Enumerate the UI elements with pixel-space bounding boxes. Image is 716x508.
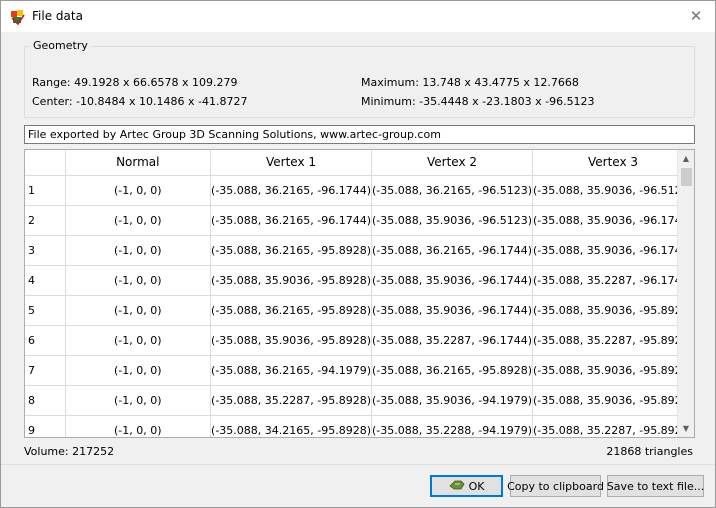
copy-to-clipboard-button[interactable]: Copy to clipboard — [507, 475, 604, 497]
cell-vertex1: (-35.088, 35.2287, -95.8928) — [210, 385, 373, 416]
cell-normal: (-1, 0, 0) — [65, 175, 212, 206]
vertical-scrollbar[interactable]: ▲ ▼ — [677, 150, 694, 437]
row-number: 5 — [25, 295, 66, 326]
cell-normal: (-1, 0, 0) — [65, 415, 212, 437]
row-number: 3 — [25, 235, 66, 266]
ok-label: OK — [468, 479, 485, 493]
file-data-window: File data ✕ Geometry Range: 49.1928 x 66… — [0, 0, 716, 508]
cell-vertex3: (-35.088, 35.2287, -95.8928) — [532, 325, 694, 356]
cell-vertex2: (-35.088, 35.9036, -96.1744) — [371, 295, 533, 326]
ok-button[interactable]: OK — [430, 475, 503, 497]
app-icon — [10, 9, 26, 26]
cell-vertex2: (-35.088, 36.2165, -95.8928) — [371, 355, 533, 386]
cell-vertex1: (-35.088, 36.2165, -95.8928) — [210, 295, 373, 326]
close-button[interactable]: ✕ — [685, 5, 707, 27]
scroll-up-arrow-icon[interactable]: ▲ — [678, 150, 694, 167]
cell-vertex1: (-35.088, 36.2165, -96.1744) — [210, 205, 373, 236]
table-row[interactable]: 6 (-1, 0, 0) (-35.088, 35.9036, -95.8928… — [25, 325, 694, 356]
column-header-vertex1[interactable]: Vertex 1 — [210, 150, 373, 176]
column-header-normal[interactable]: Normal — [65, 150, 212, 176]
table-row[interactable]: 8 (-1, 0, 0) (-35.088, 35.2287, -95.8928… — [25, 385, 694, 416]
cell-vertex3: (-35.088, 35.9036, -96.5123) — [532, 175, 694, 206]
table-row[interactable]: 5 (-1, 0, 0) (-35.088, 36.2165, -95.8928… — [25, 295, 694, 326]
cell-vertex2: (-35.088, 35.9036, -96.5123) — [371, 205, 533, 236]
cell-vertex2: (-35.088, 35.2288, -94.1979) — [371, 415, 533, 437]
table-row[interactable]: 2 (-1, 0, 0) (-35.088, 36.2165, -96.1744… — [25, 205, 694, 236]
table-row[interactable]: 7 (-1, 0, 0) (-35.088, 36.2165, -94.1979… — [25, 355, 694, 386]
cell-normal: (-1, 0, 0) — [65, 325, 212, 356]
row-number: 8 — [25, 385, 66, 416]
cell-vertex3: (-35.088, 35.9036, -95.8928) — [532, 355, 694, 386]
row-number: 9 — [25, 415, 66, 437]
window-title: File data — [32, 9, 83, 23]
title-bar[interactable]: File data ✕ — [1, 1, 715, 32]
file-description-field[interactable]: File exported by Artec Group 3D Scanning… — [24, 125, 695, 144]
cell-vertex1: (-35.088, 35.9036, -95.8928) — [210, 325, 373, 356]
cell-vertex1: (-35.088, 34.2165, -95.8928) — [210, 415, 373, 437]
row-number: 2 — [25, 205, 66, 236]
save-label: Save to text file... — [606, 479, 705, 493]
table-row[interactable]: 1 (-1, 0, 0) (-35.088, 36.2165, -96.1744… — [25, 175, 694, 206]
cell-normal: (-1, 0, 0) — [65, 385, 212, 416]
cell-vertex2: (-35.088, 36.2165, -96.1744) — [371, 235, 533, 266]
cell-vertex1: (-35.088, 36.2165, -96.1744) — [210, 175, 373, 206]
geometry-legend: Geometry — [30, 39, 91, 52]
cell-vertex3: (-35.088, 35.9036, -95.8928) — [532, 385, 694, 416]
cell-vertex3: (-35.088, 35.9036, -95.8928) — [532, 295, 694, 326]
corner-header — [25, 150, 66, 176]
row-number: 4 — [25, 265, 66, 296]
column-header-vertex3[interactable]: Vertex 3 — [532, 150, 694, 176]
geometry-range: Range: 49.1928 x 66.6578 x 109.279 — [32, 76, 238, 89]
row-number: 7 — [25, 355, 66, 386]
cell-normal: (-1, 0, 0) — [65, 355, 212, 386]
cell-normal: (-1, 0, 0) — [65, 205, 212, 236]
table-row[interactable]: 9 (-1, 0, 0) (-35.088, 34.2165, -95.8928… — [25, 415, 694, 437]
triangle-count-label: 21868 triangles — [606, 445, 693, 458]
cell-vertex2: (-35.088, 36.2165, -96.5123) — [371, 175, 533, 206]
table-row[interactable]: 4 (-1, 0, 0) (-35.088, 35.9036, -95.8928… — [25, 265, 694, 296]
geometry-maximum: Maximum: 13.748 x 43.4775 x 12.7668 — [361, 76, 579, 89]
cell-normal: (-1, 0, 0) — [65, 265, 212, 296]
row-number: 6 — [25, 325, 66, 356]
ok-hand-icon — [448, 478, 465, 495]
button-bar: OK Copy to clipboard Save to text file..… — [1, 464, 715, 507]
cell-vertex3: (-35.088, 35.9036, -96.1744) — [532, 205, 694, 236]
cell-vertex2: (-35.088, 35.9036, -96.1744) — [371, 265, 533, 296]
cell-vertex1: (-35.088, 35.9036, -95.8928) — [210, 265, 373, 296]
cell-vertex2: (-35.088, 35.9036, -94.1979) — [371, 385, 533, 416]
cell-vertex3: (-35.088, 35.2287, -95.8928) — [532, 415, 694, 437]
table-header-row: Normal Vertex 1 Vertex 2 Vertex 3 — [25, 150, 694, 176]
column-header-vertex2[interactable]: Vertex 2 — [371, 150, 533, 176]
close-icon: ✕ — [689, 7, 703, 25]
cell-normal: (-1, 0, 0) — [65, 295, 212, 326]
cell-vertex2: (-35.088, 35.2287, -96.1744) — [371, 325, 533, 356]
cell-vertex3: (-35.088, 35.2287, -96.1744) — [532, 265, 694, 296]
geometry-group: Geometry Range: 49.1928 x 66.6578 x 109.… — [24, 39, 695, 118]
scrollbar-thumb[interactable] — [681, 168, 692, 186]
cell-normal: (-1, 0, 0) — [65, 235, 212, 266]
save-to-text-file-button[interactable]: Save to text file... — [607, 475, 704, 497]
cell-vertex1: (-35.088, 36.2165, -94.1979) — [210, 355, 373, 386]
triangle-table[interactable]: Normal Vertex 1 Vertex 2 Vertex 3 1 (-1,… — [24, 149, 695, 438]
table-row[interactable]: 3 (-1, 0, 0) (-35.088, 36.2165, -95.8928… — [25, 235, 694, 266]
copy-label: Copy to clipboard — [507, 479, 604, 493]
cell-vertex1: (-35.088, 36.2165, -95.8928) — [210, 235, 373, 266]
scroll-down-arrow-icon[interactable]: ▼ — [678, 420, 694, 437]
row-number: 1 — [25, 175, 66, 206]
geometry-minimum: Minimum: -35.4448 x -23.1803 x -96.5123 — [361, 95, 595, 108]
volume-label: Volume: 217252 — [24, 445, 115, 458]
geometry-center: Center: -10.8484 x 10.1486 x -41.8727 — [32, 95, 248, 108]
cell-vertex3: (-35.088, 35.9036, -96.1744) — [532, 235, 694, 266]
